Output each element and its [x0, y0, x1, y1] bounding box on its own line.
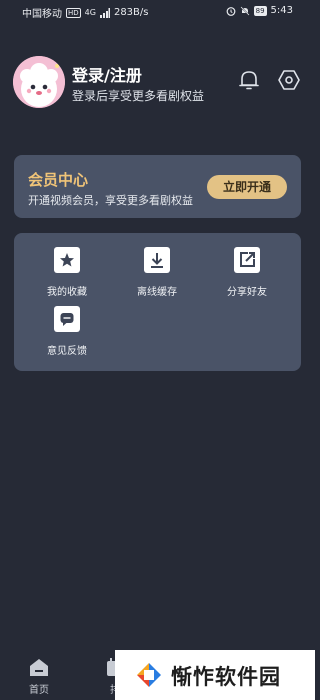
mute-icon [240, 6, 250, 15]
login-benefit-text: 登录后享受更多看剧权益 [72, 89, 205, 103]
avatar-mascot-icon [13, 56, 65, 108]
battery-indicator: 89 [253, 5, 267, 16]
nav-home[interactable]: 首页 [19, 656, 59, 696]
offline-cache-item[interactable]: 离线缓存 [117, 247, 197, 298]
favorites-item[interactable]: 我的收藏 [27, 247, 107, 298]
watermark-logo-icon [137, 663, 161, 687]
settings-icon [278, 70, 300, 90]
clock-time: 5:43 [270, 5, 293, 16]
watermark: 惭怍软件园 [115, 650, 315, 700]
home-icon [30, 659, 48, 676]
status-bar-right: 89 5:43 [226, 5, 293, 16]
carrier-name: 中国移动 [22, 9, 62, 20]
activate-vip-button[interactable]: 立即开通 [207, 175, 287, 199]
share-friends-label: 分享好友 [227, 287, 267, 298]
status-bar-left: 中国移动 HD 4G 283B/s [22, 5, 148, 20]
bell-icon [239, 71, 259, 90]
feedback-item[interactable]: 意见反馈 [27, 306, 107, 357]
nav-home-label: 首页 [29, 685, 49, 696]
feedback-icon [54, 306, 80, 332]
settings-button[interactable] [277, 68, 301, 92]
profile-page: 中国移动 HD 4G 283B/s 89 5:43 登录/注册 登录后享受更多看… [0, 0, 315, 700]
feedback-label: 意见反馈 [47, 346, 87, 357]
watermark-text: 惭怍软件园 [171, 665, 281, 689]
vip-title: 会员中心 [28, 171, 89, 189]
feature-grid: 我的收藏 离线缓存 分享好友 意见反馈 [14, 233, 301, 371]
signal-type: 4G [84, 8, 96, 17]
offline-cache-label: 离线缓存 [137, 287, 177, 298]
status-bar: 中国移动 HD 4G 283B/s 89 5:43 [0, 0, 315, 22]
notification-button[interactable] [237, 68, 261, 92]
share-friends-item[interactable]: 分享好友 [207, 247, 287, 298]
avatar[interactable] [13, 56, 65, 108]
network-badge: HD [66, 7, 81, 18]
share-icon [234, 247, 260, 273]
vip-center-card[interactable]: 会员中心 开通视频会员，享受更多看剧权益 立即开通 [14, 155, 301, 218]
favorites-label: 我的收藏 [47, 287, 87, 298]
star-icon [54, 247, 80, 273]
network-speed: 283B/s [113, 7, 149, 18]
download-icon [144, 247, 170, 273]
alarm-icon [226, 6, 236, 16]
vip-subtitle: 开通视频会员，享受更多看剧权益 [28, 194, 193, 207]
signal-icon [99, 7, 110, 18]
login-register-link[interactable]: 登录/注册 [72, 62, 142, 86]
